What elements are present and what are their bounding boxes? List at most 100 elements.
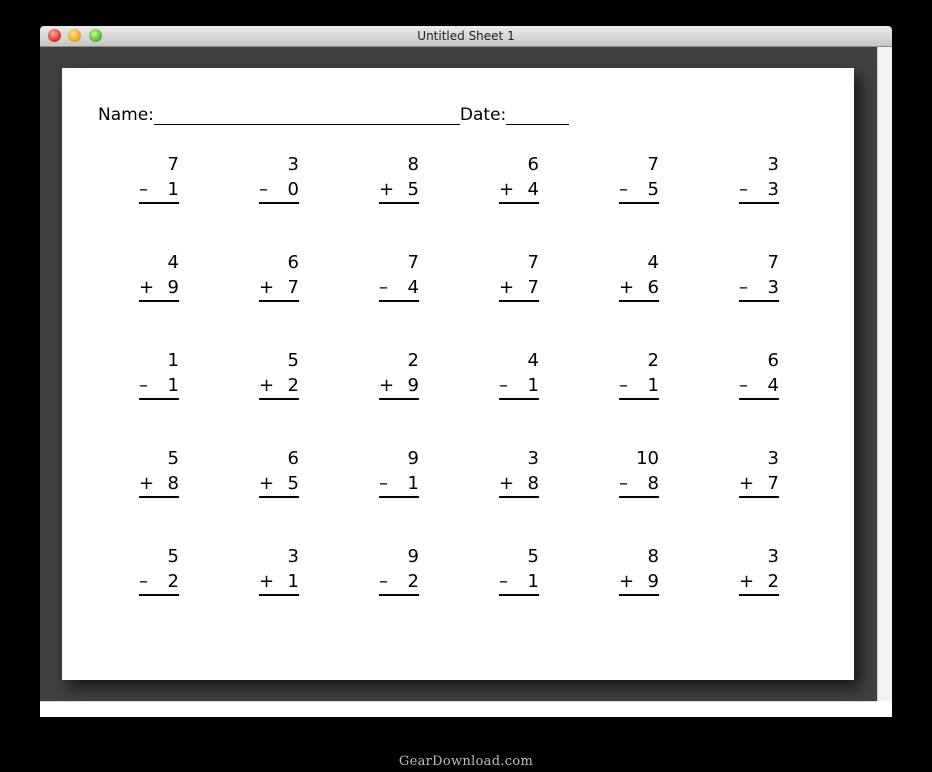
problem-bottom-line: –0	[259, 177, 299, 204]
problem-operator: –	[139, 571, 148, 592]
problem-bottom-line: –2	[379, 569, 419, 596]
problem-operator: –	[379, 277, 388, 298]
problem-top-number: 9	[407, 546, 419, 567]
problem-bottom-line: +8	[499, 471, 539, 498]
math-problem: 7 +7	[499, 250, 539, 302]
problem-operator: +	[259, 473, 275, 494]
problem-operator: +	[739, 473, 755, 494]
problem-operator: +	[259, 277, 275, 298]
problem-bottom-line: +2	[259, 373, 299, 400]
math-problem: 3 +1	[259, 544, 299, 596]
problem-top-number: 6	[527, 154, 539, 175]
math-problem: 6 +7	[259, 250, 299, 302]
problem-bottom-line: –2	[139, 569, 179, 596]
problem-operator: +	[499, 277, 515, 298]
problem-bottom-line: +7	[739, 471, 779, 498]
problem-bottom-number: 8	[647, 473, 659, 494]
problem-top-number: 3	[527, 448, 539, 469]
watermark-text: GearDownload.com	[398, 754, 534, 769]
problem-operator: +	[139, 277, 155, 298]
problem-top-number: 8	[407, 154, 419, 175]
problem-operator: –	[739, 179, 748, 200]
math-problem: 3 +2	[739, 544, 779, 596]
problem-bottom-number: 4	[767, 375, 779, 396]
problem-operator: –	[379, 571, 388, 592]
math-problem: 7–3	[739, 250, 779, 302]
math-problem: 3 +8	[499, 446, 539, 498]
problem-bottom-line: +5	[379, 177, 419, 204]
math-problem: 9–2	[379, 544, 419, 596]
problem-bottom-line: –1	[139, 373, 179, 400]
problem-operator: –	[619, 473, 628, 494]
canvas-area[interactable]: Name: Date: 7–1 3–0 8 +5 6 +4 7–5 3–3 4 +9 6 +7 7–4 7 +…	[40, 47, 877, 701]
problem-top-number: 9	[407, 448, 419, 469]
problem-bottom-line: +6	[619, 275, 659, 302]
problem-top-number: 7	[527, 252, 539, 273]
problem-top-number: 7	[647, 154, 659, 175]
horizontal-scrollbar[interactable]	[40, 701, 877, 717]
problem-bottom-line: +7	[499, 275, 539, 302]
problem-top-number: 1	[167, 350, 179, 371]
math-problem: 5–2	[139, 544, 179, 596]
problem-bottom-number: 1	[167, 179, 179, 200]
problem-top-number: 7	[407, 252, 419, 273]
problem-bottom-number: 1	[647, 375, 659, 396]
problem-operator: –	[619, 179, 628, 200]
problem-top-number: 4	[167, 252, 179, 273]
math-problem: 7–5	[619, 152, 659, 204]
math-problem: 9–1	[379, 446, 419, 498]
title-bar[interactable]: Untitled Sheet 1	[40, 26, 892, 47]
problem-bottom-line: +9	[619, 569, 659, 596]
problem-bottom-number: 7	[767, 473, 779, 494]
problem-bottom-number: 1	[527, 375, 539, 396]
problem-bottom-line: +5	[259, 471, 299, 498]
problem-bottom-line: –4	[379, 275, 419, 302]
math-problem: 1–1	[139, 348, 179, 400]
problem-top-number: 5	[167, 546, 179, 567]
problem-operator: –	[739, 375, 748, 396]
problem-bottom-line: +4	[499, 177, 539, 204]
problem-operator: +	[619, 571, 635, 592]
problem-bottom-line: –1	[499, 569, 539, 596]
worksheet-page[interactable]: Name: Date: 7–1 3–0 8 +5 6 +4 7–5 3–3 4 +9 6 +7 7–4 7 +…	[62, 68, 854, 680]
problem-operator: +	[259, 375, 275, 396]
problem-operator: –	[499, 571, 508, 592]
math-problem: 6–4	[739, 348, 779, 400]
problem-top-number: 3	[287, 546, 299, 567]
problem-top-number: 7	[767, 252, 779, 273]
problem-bottom-line: –5	[619, 177, 659, 204]
problem-bottom-line: –3	[739, 275, 779, 302]
problem-bottom-number: 1	[407, 473, 419, 494]
vertical-scrollbar[interactable]	[877, 47, 892, 701]
math-problem: 3–3	[739, 152, 779, 204]
problem-bottom-number: 9	[407, 375, 419, 396]
math-problem: 3 +7	[739, 446, 779, 498]
problem-bottom-number: 3	[767, 179, 779, 200]
problem-bottom-number: 4	[407, 277, 419, 298]
problem-bottom-line: –1	[619, 373, 659, 400]
problem-bottom-number: 5	[647, 179, 659, 200]
problem-operator: –	[739, 277, 748, 298]
math-problem: 4–1	[499, 348, 539, 400]
problem-bottom-number: 5	[287, 473, 299, 494]
math-problem: 7–1	[139, 152, 179, 204]
problem-bottom-number: 7	[287, 277, 299, 298]
math-problem: 2–1	[619, 348, 659, 400]
problem-bottom-number: 2	[167, 571, 179, 592]
math-problem: 4 +9	[139, 250, 179, 302]
problem-bottom-line: –1	[379, 471, 419, 498]
problem-bottom-number: 1	[287, 571, 299, 592]
problem-bottom-number: 9	[647, 571, 659, 592]
problem-operator: +	[499, 473, 515, 494]
app-window: Untitled Sheet 1 Name: Date: 7–1 3–0 8 +5 6 +4…	[40, 26, 892, 717]
math-problem: 5 +8	[139, 446, 179, 498]
math-problem: 8 +5	[379, 152, 419, 204]
problem-bottom-line: +9	[139, 275, 179, 302]
problem-operator: +	[619, 277, 635, 298]
problem-bottom-number: 7	[527, 277, 539, 298]
problem-operator: –	[139, 179, 148, 200]
problem-top-number: 6	[287, 252, 299, 273]
problem-operator: +	[379, 375, 395, 396]
problem-top-number: 8	[647, 546, 659, 567]
problem-bottom-number: 3	[767, 277, 779, 298]
